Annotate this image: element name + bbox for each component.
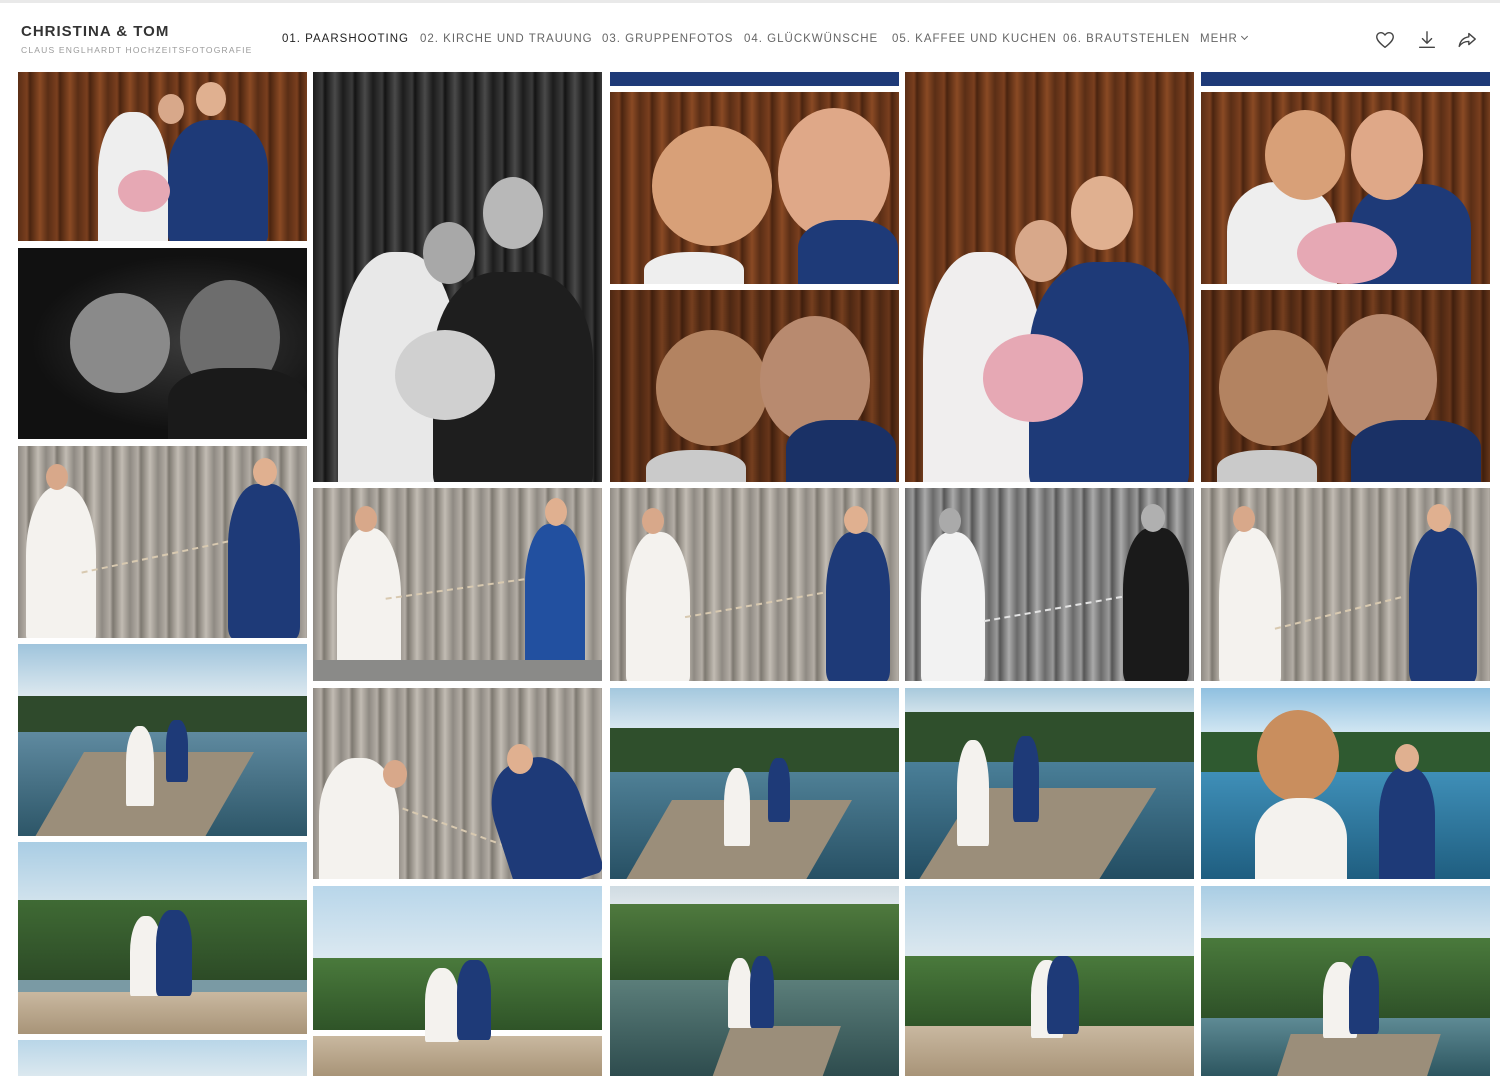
photo-garland-fun[interactable] <box>313 688 602 879</box>
photo-lake-dock-1[interactable] <box>18 644 307 836</box>
photo-garland-1[interactable] <box>18 446 307 638</box>
photo-lake-dock-3[interactable] <box>905 688 1194 879</box>
photo-garland-3[interactable] <box>610 488 899 681</box>
download-icon <box>1418 31 1436 49</box>
photo-closeup-bw-1[interactable] <box>18 248 307 439</box>
photo-garland-2[interactable] <box>313 488 602 681</box>
photo-lake-portrait[interactable] <box>1201 688 1490 879</box>
gallery-header: CHRISTINA & TOM CLAUS ENGLHARDT HOCHZEIT… <box>0 3 1500 69</box>
nav-item-kaffee-und-kuchen[interactable]: 05. KAFFEE UND KUCHEN <box>892 33 1057 45</box>
gallery-title[interactable]: CHRISTINA & TOM <box>21 23 169 40</box>
photo-couple-wood-1[interactable] <box>18 72 307 241</box>
favorite-button[interactable] <box>1374 29 1396 51</box>
photo-closeup-warm-2[interactable] <box>610 290 899 482</box>
photo-closeup-warm-3[interactable] <box>1201 290 1490 482</box>
photo-couple-wood-3[interactable] <box>1201 92 1490 284</box>
heart-icon <box>1376 31 1394 49</box>
photo-partial-top-3[interactable] <box>610 72 899 86</box>
photo-lake-forest-1[interactable] <box>18 842 307 1034</box>
photo-closeup-warm-1[interactable] <box>610 92 899 284</box>
nav-more-label: MEHR <box>1200 33 1238 45</box>
photo-couple-wood-2[interactable] <box>905 72 1194 482</box>
nav-item-kirche-und-trauung[interactable]: 02. KIRCHE UND TRAUUNG <box>420 33 593 45</box>
photo-partial-top-5[interactable] <box>1201 72 1490 86</box>
photo-lake-forest-2[interactable] <box>313 886 602 1076</box>
nav-item-paarshooting[interactable]: 01. PAARSHOOTING <box>282 33 409 45</box>
photo-garland-4[interactable] <box>1201 488 1490 681</box>
nav-item-brautstehlen[interactable]: 06. BRAUTSTEHLEN <box>1063 33 1190 45</box>
nav-item-glueckwuensche[interactable]: 04. GLÜCKWÜNSCHE <box>744 33 878 45</box>
photo-partial-1[interactable] <box>18 1040 307 1076</box>
photo-lake-dock-forest-3[interactable] <box>1201 886 1490 1076</box>
photo-garland-bw[interactable] <box>905 488 1194 681</box>
download-button[interactable] <box>1416 29 1438 51</box>
photo-couple-bw-1[interactable] <box>313 72 602 482</box>
photo-lake-dock-2[interactable] <box>610 688 899 879</box>
share-button[interactable] <box>1456 29 1478 51</box>
photo-lake-dock-forest-1[interactable] <box>610 886 899 1076</box>
gallery-subtitle: CLAUS ENGLHARDT HOCHZEITSFOTOGRAFIE <box>21 45 253 55</box>
nav-more-dropdown[interactable]: MEHR <box>1200 32 1248 45</box>
nav-item-gruppenfotos[interactable]: 03. GRUPPENFOTOS <box>602 33 733 45</box>
share-icon <box>1458 32 1476 48</box>
chevron-down-icon <box>1240 32 1248 41</box>
photo-lake-dock-forest-2[interactable] <box>905 886 1194 1076</box>
photo-gallery <box>0 0 1500 1076</box>
